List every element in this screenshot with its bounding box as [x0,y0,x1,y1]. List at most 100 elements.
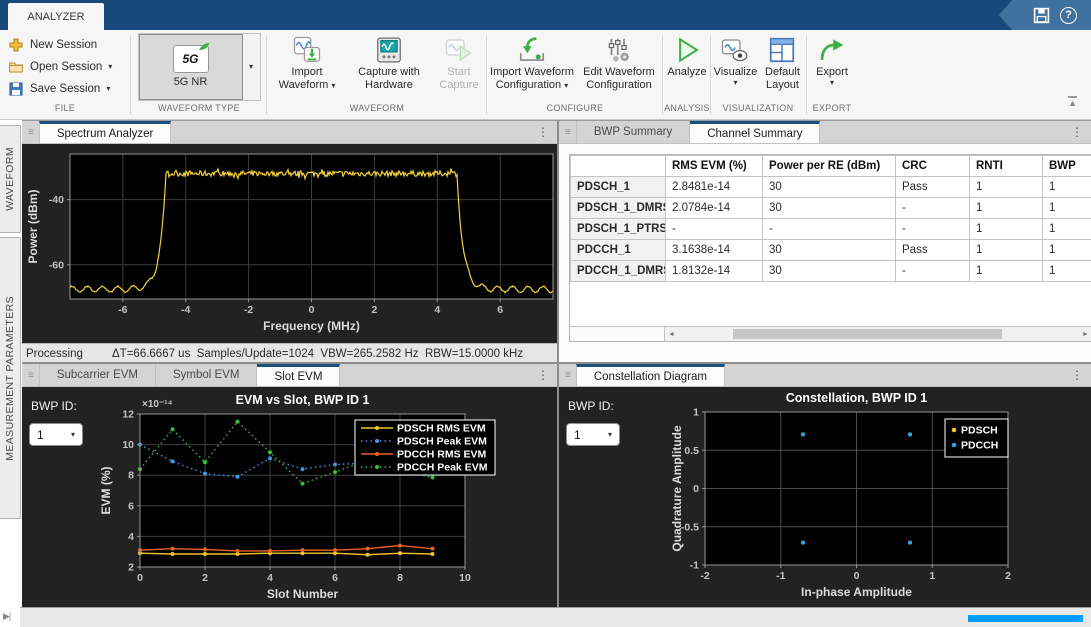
table-cell: 1 [1043,198,1091,219]
tab-slot-evm[interactable]: Slot EVM [257,364,340,386]
scroll-right-icon[interactable]: ► [1079,331,1091,338]
svg-text:2: 2 [128,562,134,574]
table-row[interactable]: PDSCH_1_DMRS2.0784e-1430-11 [571,198,1091,219]
table-cell: 1 [1043,177,1091,198]
tab-symbol-evm[interactable]: Symbol EVM [156,364,257,386]
bottom-status-bar [20,607,1091,627]
expand-panel-icon[interactable]: ▶| [3,611,10,622]
measurement-parameters-vtab-label: MEASUREMENT PARAMETERS [4,296,16,461]
table-cell: - [666,219,763,240]
channel-summary-content: RMS EVM (%)Power per RE (dBm)CRCRNTIBWP … [559,144,1091,362]
panel-grip-icon[interactable]: ≡ [565,127,571,138]
table-row[interactable]: PDSCH_12.8481e-1430Pass11 [571,177,1091,198]
table-row[interactable]: PDCCH_13.1638e-1430Pass11 [571,240,1091,261]
svg-text:12: 12 [122,409,134,421]
constellation-panel: ≡ Constellation Diagram ⋮ BWP ID: 1 ▾ -2… [557,362,1091,607]
new-session-button[interactable]: New Session [8,36,130,54]
spectrum-analyzer-panel: ≡ Spectrum Analyzer ⋮ -6-4-20246-60-40Fr… [22,120,557,362]
start-capture-icon [444,35,474,65]
help-icon[interactable]: ? [1060,7,1077,24]
table-cell: 1 [970,261,1043,282]
left-tab-rail: WAVEFORM MEASUREMENT PARAMETERS [0,120,22,607]
constellation-tabstrip: ≡ Constellation Diagram ⋮ [559,364,1091,387]
analyzer-tab-label: ANALYZER [27,11,84,23]
svg-text:Quadrature Amplitude: Quadrature Amplitude [670,425,684,552]
table-row[interactable]: PDSCH_1_PTRS---11 [571,219,1091,240]
visualize-caret-icon: ▾ [733,79,737,87]
ribbon-separator [486,36,487,114]
analyze-button[interactable]: Analyze [664,30,710,100]
start-capture-button[interactable]: Start Capture [433,30,485,100]
panel-grip-icon[interactable]: ≡ [28,370,34,381]
edit-waveform-configuration-button[interactable]: Edit Waveform Configuration [577,30,661,100]
ribbon-section-analysis: Analyze ANALYSIS [664,30,710,120]
spectrum-status-bar: Processing ΔT=66.6667 us Samples/Update=… [22,343,557,362]
panel-menu-icon[interactable]: ⋮ [1071,368,1083,382]
table-row[interactable]: PDCCH_1_DMRS1.8132e-1430-11 [571,261,1091,282]
expand-glyph: ▶| [3,611,10,621]
scroll-left-icon[interactable]: ◄ [665,331,678,338]
ribbon-separator [266,36,267,114]
column-header[interactable]: BWP [1043,156,1091,177]
tab-spectrum-analyzer[interactable]: Spectrum Analyzer [39,121,172,143]
open-session-label: Open Session [30,61,102,73]
tab-constellation-diagram[interactable]: Constellation Diagram [576,364,725,386]
svg-text:Slot Number: Slot Number [267,587,339,601]
waveform-type-dropdown[interactable]: ▾ [243,34,260,100]
sidebar-tab-measurement-parameters[interactable]: MEASUREMENT PARAMETERS [0,237,21,519]
scrollbar-track[interactable]: ◄ ► [665,327,1091,341]
sidebar-tab-waveform[interactable]: WAVEFORM [0,125,21,233]
column-header[interactable]: CRC [896,156,970,177]
ribbon-section-waveform-type: 5G 5G NR ▾ WAVEFORM TYPE [132,30,266,120]
capture-with-hardware-label: Capture with Hardware [347,66,431,92]
bwp-summary-tab-label: BWP Summary [594,126,672,138]
waveform-type-5gnr-button[interactable]: 5G 5G NR [139,34,243,100]
column-header[interactable]: Power per RE (dBm) [763,156,896,177]
capture-with-hardware-button[interactable]: Capture with Hardware [347,30,431,100]
ribbon-separator [130,36,131,114]
folder-icon [8,59,24,75]
save-session-caret-icon[interactable]: ▾ [106,85,110,93]
save-icon[interactable] [1033,7,1050,24]
svg-text:PDSCH: PDSCH [961,425,998,437]
table-cell: 1 [1043,219,1091,240]
tab-channel-summary[interactable]: Channel Summary [690,121,820,143]
scrollbar-thumb[interactable] [733,329,1002,339]
default-layout-button[interactable]: Default Layout [761,30,804,100]
titlebar: ANALYZER ? [0,0,1091,30]
column-header[interactable]: RMS EVM (%) [666,156,763,177]
column-header[interactable] [571,156,666,177]
panel-grip-icon[interactable]: ≡ [565,370,571,381]
start-capture-label: Start Capture [433,66,485,92]
column-header[interactable]: RNTI [970,156,1043,177]
import-waveform-button[interactable]: Import Waveform ▾ [269,30,345,100]
svg-text:8: 8 [397,572,403,584]
summary-tabstrip: ≡ BWP Summary Channel Summary ⋮ [559,121,1091,144]
open-session-button[interactable]: Open Session ▾ [8,58,130,76]
panel-menu-icon[interactable]: ⋮ [537,125,549,139]
tab-subcarrier-evm[interactable]: Subcarrier EVM [39,364,156,386]
table-cell: Pass [896,177,970,198]
svg-text:4: 4 [267,572,273,584]
waveform-type-section-label: WAVEFORM TYPE [132,103,266,113]
table-horizontal-scrollbar[interactable]: ◄ ► [570,326,1091,341]
progress-bar [968,615,1083,622]
table-cell: 1 [970,177,1043,198]
panel-grip-icon[interactable]: ≡ [28,127,34,138]
ribbon-separator [806,36,807,114]
tab-bwp-summary[interactable]: BWP Summary [576,121,690,143]
panel-menu-icon[interactable]: ⋮ [1071,125,1083,139]
visualization-section-label: VISUALIZATION [712,103,804,113]
quick-access-toolbar: ? [999,0,1091,30]
table-cell: 1 [970,198,1043,219]
open-session-caret-icon[interactable]: ▾ [108,63,112,71]
collapse-ribbon-icon[interactable]: ▲ [1068,96,1077,108]
export-button[interactable]: Export ▾ [809,30,855,100]
visualize-button[interactable]: Visualize ▾ [712,30,759,100]
panel-menu-icon[interactable]: ⋮ [537,368,549,382]
import-waveform-configuration-button[interactable]: Import Waveform Configuration ▾ [489,30,575,100]
collapse-glyph: ▲ [1068,98,1077,108]
tab-analyzer[interactable]: ANALYZER [8,3,104,30]
save-session-button[interactable]: Save Session ▾ [8,80,130,98]
svg-text:Power (dBm): Power (dBm) [26,189,40,263]
